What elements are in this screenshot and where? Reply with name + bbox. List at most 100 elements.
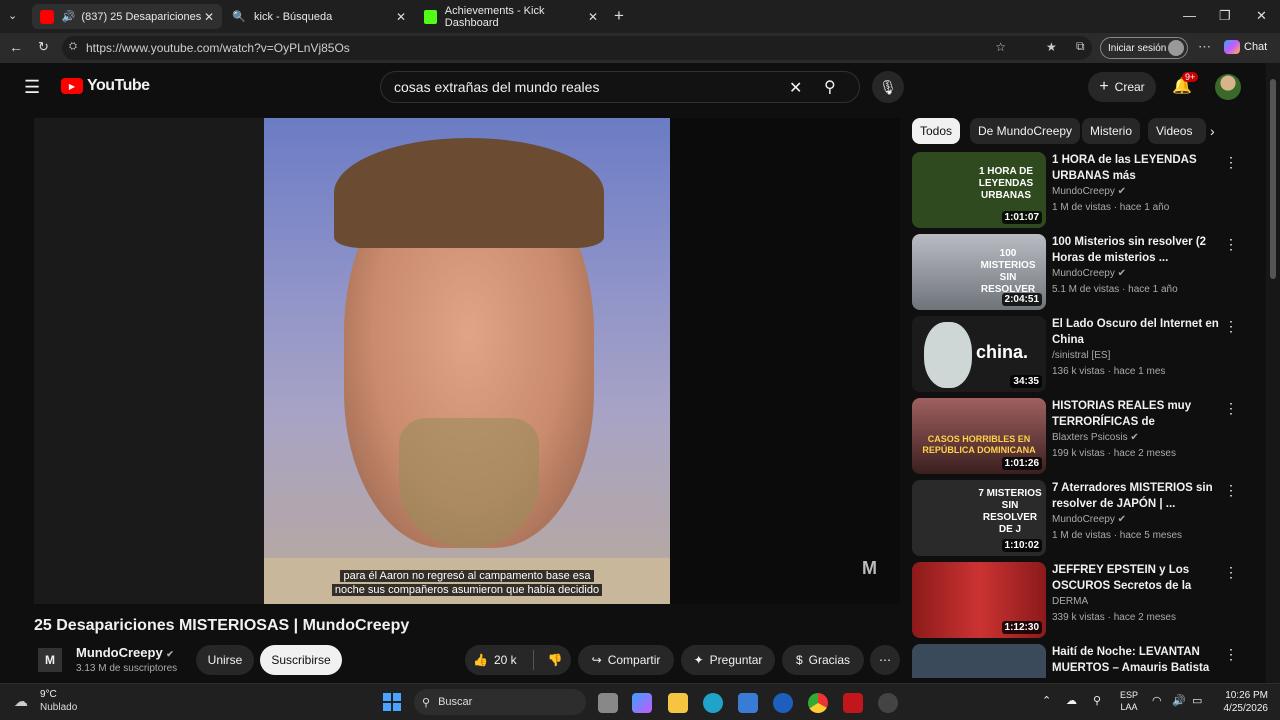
browser-tab-bar: ⌄ 🔊 (837) 25 Desapariciones MISTER ✕ 🔍 k… [0,0,1280,33]
page-scrollbar[interactable] [1266,63,1280,683]
sign-in-button[interactable]: Iniciar sesión [1100,37,1188,59]
more-vertical-icon[interactable]: ⋮ [1224,646,1238,663]
search-input[interactable]: cosas extrañas del mundo reales ✕ ⚲ [380,71,860,103]
site-info-icon[interactable]: ⛭ [69,41,77,52]
more-icon[interactable]: ⋯ [1198,39,1211,55]
new-tab-icon[interactable]: + [614,6,624,26]
thumb-down-icon[interactable]: 👎 [548,653,563,667]
subscribe-button[interactable]: Suscribirse [260,645,342,675]
recommendation-item[interactable]: Haití de Noche: LEVANTAN MUERTOS – Amaur… [912,644,1242,678]
close-icon[interactable]: ✕ [588,10,598,24]
recommendation-item[interactable]: china. 34:35 El Lado Oscuro del Internet… [912,316,1242,394]
channel-watermark-icon[interactable]: M [862,558,877,579]
tab-youtube[interactable]: 🔊 (837) 25 Desapariciones MISTER ✕ [32,4,222,29]
clear-search-icon[interactable]: ✕ [789,78,802,98]
duration-badge: 1:01:07 [1001,211,1042,224]
more-vertical-icon[interactable]: ⋮ [1224,400,1238,417]
more-vertical-icon[interactable]: ⋮ [1224,318,1238,335]
chip-de-mundocreepy[interactable]: De MundoCreepy [970,118,1081,144]
channel-name[interactable]: MundoCreepy ✔ [76,645,174,660]
more-vertical-icon[interactable]: ⋮ [1224,482,1238,499]
show-hidden-icon[interactable]: ⌃ [1042,694,1051,707]
share-button[interactable]: ↪ Compartir [578,645,674,675]
back-icon[interactable]: ← [9,39,23,55]
language-indicator[interactable]: ESP LAA [1120,689,1138,713]
copilot-chat-button[interactable]: Chat [1224,40,1267,54]
search-icon[interactable]: ⚲ [824,77,836,97]
create-button[interactable]: + Crear [1088,72,1156,102]
start-icon[interactable] [383,693,401,711]
channel-avatar[interactable]: M [38,648,62,672]
like-button[interactable]: 👍 20 k [473,653,517,667]
account-avatar[interactable] [1215,74,1241,100]
recommendation-item[interactable]: 1:12:30 JEFFREY EPSTEIN y Los OSCUROS Se… [912,562,1242,640]
chevron-right-icon[interactable]: › [1210,123,1215,139]
more-actions-button[interactable]: ⋯ [870,645,900,675]
speaker-icon[interactable]: 🔊 [62,10,76,23]
onedrive-icon[interactable]: ☁ [1066,694,1077,707]
recommendation-meta: 199 k vistas · hace 2 meses [1052,448,1176,459]
chrome-icon[interactable] [808,693,828,713]
file-explorer-icon[interactable] [668,693,688,713]
task-view-icon[interactable] [598,693,618,713]
logo-text: YouTube [87,77,150,94]
recommendation-channel: MundoCreepy ✔ [1052,268,1126,279]
recommendation-item[interactable]: CASOS HORRIBLES EN REPÚBLICA DOMINICANA … [912,398,1242,476]
video-player[interactable]: para él Aaron no regresó al campamento b… [34,118,900,604]
store-icon[interactable] [738,693,758,713]
menu-icon[interactable]: ☰ [24,77,40,98]
recommendation-meta: 136 k vistas · hace 1 mes [1052,366,1166,377]
verified-icon: ✔ [1117,186,1126,197]
notification-badge: 9+ [1182,72,1199,82]
recommendation-item[interactable]: 7 MISTERIOS SIN RESOLVER DE J 1:10:02 7 … [912,480,1242,558]
clock[interactable]: 10:26 PM 4/25/2026 [1214,689,1269,715]
close-icon[interactable]: ✕ [396,10,406,24]
more-vertical-icon[interactable]: ⋮ [1224,564,1238,581]
url-field[interactable]: ⛭ https://www.youtube.com/watch?v=OyPLnV… [62,36,1092,60]
duration-badge: 1:12:30 [1001,621,1042,634]
chip-todos[interactable]: Todos [912,118,961,144]
ask-button[interactable]: ✦ Preguntar [681,645,775,675]
notifications-button[interactable]: 🔔 9+ [1172,72,1199,96]
copilot-app-icon[interactable] [632,693,652,713]
chip-misterio[interactable]: Misterio [1082,118,1141,144]
close-icon[interactable]: ✕ [204,10,214,24]
hp-icon[interactable] [773,693,793,713]
like-dislike-group: 👍 20 k 👎 [465,645,571,675]
usb-icon[interactable]: ⚲ [1093,694,1101,707]
youtube-logo[interactable]: ▶ YouTube [61,77,150,95]
tab-kick-dashboard[interactable]: Achievements - Kick Dashboard ✕ [416,4,606,29]
volume-icon[interactable]: 🔊 [1172,694,1186,707]
search-icon: ⚲ [422,696,431,709]
favorite-icon[interactable]: ☆ [995,40,1006,54]
thumbnail: china. 34:35 [912,316,1046,392]
join-button[interactable]: Unirse [196,645,254,675]
collections-icon[interactable]: ★ [1046,40,1057,54]
security-icon[interactable] [843,693,863,713]
thanks-button[interactable]: $ Gracias [782,645,864,675]
video-left-backdrop [34,118,264,604]
extensions-icon[interactable]: ⧉ [1076,39,1085,54]
tab-kick-search[interactable]: 🔍 kick - Búsqueda ✕ [224,4,414,29]
more-vertical-icon[interactable]: ⋮ [1224,236,1238,253]
window-close-icon[interactable]: ✕ [1256,8,1267,24]
related-filter-chips: Todos De MundoCreepy Misterio Videos › [912,118,1222,144]
minimize-icon[interactable]: — [1183,8,1196,23]
voice-search-button[interactable]: 🎙 [872,71,904,103]
wifi-icon[interactable]: ◠ [1152,694,1162,707]
tab-actions-icon[interactable]: ⌄ [8,9,17,22]
chip-videos[interactable]: Videos [1148,118,1206,144]
copilot-icon [1224,40,1240,54]
reload-icon[interactable]: ↻ [38,39,49,55]
recommendation-item[interactable]: 100 MISTERIOS SIN RESOLVER 2:04:51 100 M… [912,234,1242,312]
maximize-icon[interactable]: ❐ [1219,8,1231,24]
battery-icon[interactable]: ▭ [1192,694,1202,707]
thanks-icon: $ [795,653,803,667]
divider [532,650,534,670]
recommendation-item[interactable]: 1 HORA DE LEYENDAS URBANAS 1:01:07 1 HOR… [912,152,1242,230]
edge-icon[interactable] [703,693,723,713]
more-vertical-icon[interactable]: ⋮ [1224,154,1238,171]
scrollbar-thumb[interactable] [1270,79,1276,279]
taskbar-search[interactable]: ⚲ Buscar [414,689,586,715]
steam-icon[interactable] [878,693,898,713]
